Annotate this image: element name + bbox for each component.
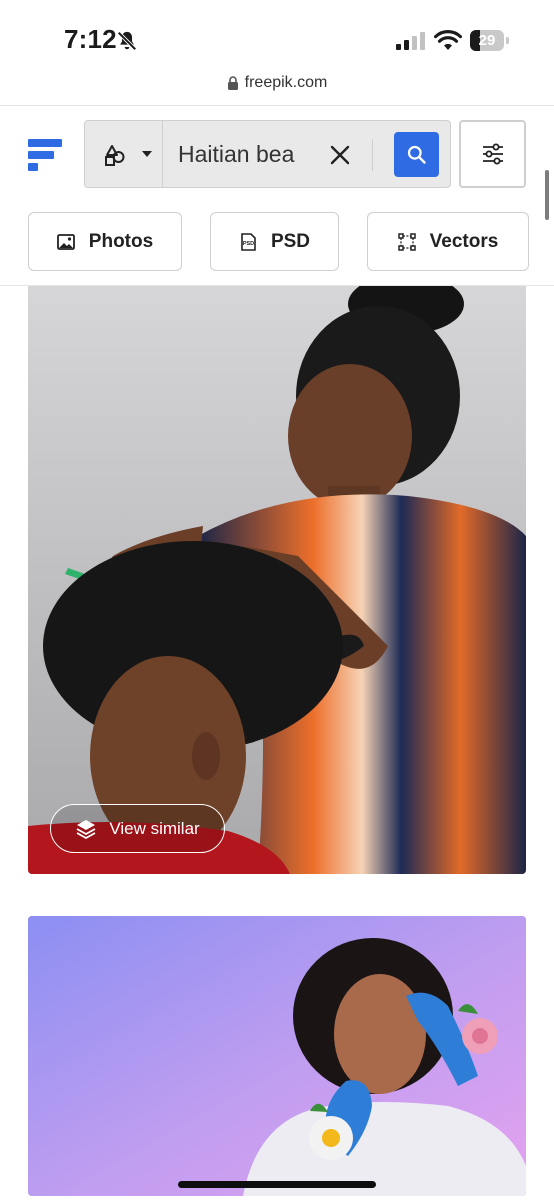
filters-button[interactable] (459, 120, 526, 188)
view-similar-button[interactable]: View similar (50, 804, 225, 853)
divider (372, 139, 373, 171)
close-icon[interactable] (330, 145, 350, 165)
vector-nodes-icon (397, 232, 416, 251)
category-photos-button[interactable]: Photos (28, 212, 182, 271)
asset-type-dropdown[interactable] (85, 121, 163, 187)
result-photo (28, 916, 526, 1196)
view-similar-label: View similar (109, 818, 200, 838)
scrollbar[interactable] (545, 170, 549, 220)
magnifier-icon (407, 145, 426, 164)
category-psd-button[interactable]: PSD PSD (210, 212, 339, 271)
search-button[interactable] (394, 132, 439, 177)
psd-file-icon: PSD (241, 232, 256, 251)
category-label: Photos (88, 230, 154, 252)
category-label: PSD (270, 230, 311, 252)
status-bar: 7:12 29 (0, 0, 554, 70)
bell-muted-icon (117, 31, 137, 51)
result-image-card[interactable] (28, 916, 526, 1196)
freepik-logo-icon[interactable] (28, 139, 62, 171)
lock-icon (227, 76, 238, 90)
sliders-icon (483, 143, 503, 165)
search-header: Haitian bea (0, 106, 554, 202)
url-text: freepik.com (244, 74, 328, 91)
category-label: Vectors (429, 230, 499, 252)
svg-text:PSD: PSD (243, 241, 254, 247)
battery-level: 29 (478, 32, 496, 49)
address-bar[interactable]: freepik.com (0, 74, 554, 98)
shapes-icon (105, 145, 125, 166)
search-input[interactable]: Haitian bea (178, 141, 296, 169)
result-image-card[interactable]: View similar (28, 286, 526, 874)
image-icon (56, 233, 75, 250)
status-time: 7:12 (64, 24, 117, 54)
home-indicator[interactable] (178, 1181, 376, 1188)
category-vectors-button[interactable]: Vectors (367, 212, 529, 271)
cellular-signal-icon (396, 32, 425, 50)
result-photo (28, 286, 526, 874)
chevron-down-icon (142, 151, 152, 157)
search-box: Haitian bea (84, 120, 451, 188)
wifi-icon (434, 30, 462, 50)
layers-icon (76, 819, 96, 839)
battery-icon: 29 (470, 30, 510, 51)
